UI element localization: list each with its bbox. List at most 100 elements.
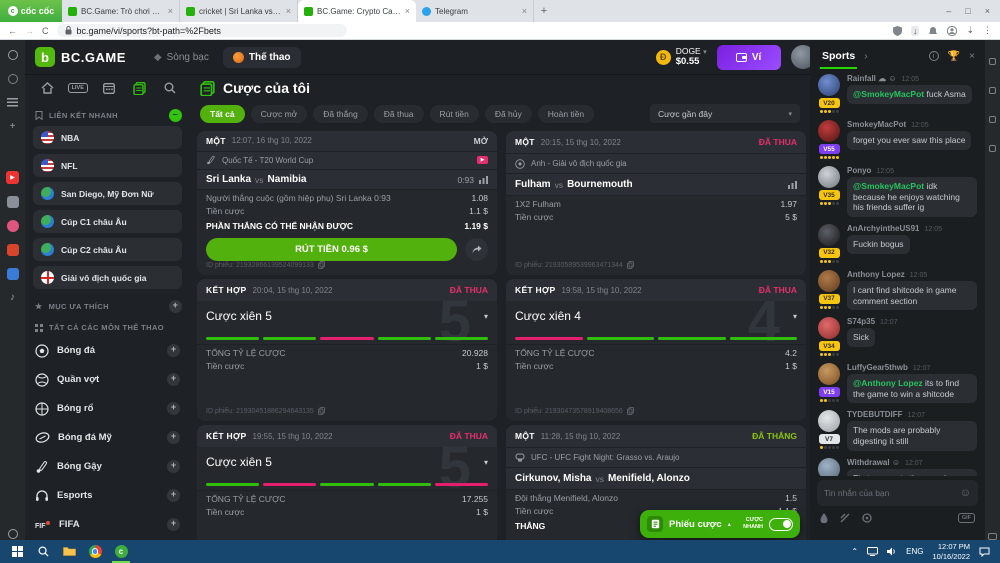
volume-icon[interactable]: [887, 547, 897, 556]
expand-plus-button[interactable]: +: [167, 518, 180, 531]
avatar[interactable]: [818, 363, 840, 385]
trophy-icon[interactable]: 🏆: [948, 51, 960, 62]
mention[interactable]: @Anthony Lopez: [853, 378, 923, 388]
quick-link-national-league[interactable]: Giải vô địch quốc gia: [33, 266, 182, 289]
filter-all[interactable]: Tất cả: [200, 105, 245, 123]
shopping-icon[interactable]: [6, 219, 19, 232]
currency-selector[interactable]: Ð DOGE ▾ $0.55: [656, 47, 707, 67]
home-icon[interactable]: [39, 81, 55, 95]
filter-lost[interactable]: Đã thua: [374, 105, 424, 123]
app-red-icon[interactable]: [6, 243, 19, 256]
browser-brand[interactable]: ccốc cốc: [0, 0, 62, 22]
wallet-button[interactable]: Ví: [717, 45, 781, 70]
expand-plus-button[interactable]: +: [167, 489, 180, 502]
match-row[interactable]: Fulham vs Bournemouth: [506, 173, 806, 196]
betslip-button[interactable]: Phiếu cược ▴ CƯỢCNHANH: [640, 510, 800, 538]
my-bets-icon[interactable]: [131, 81, 147, 95]
close-window-button[interactable]: ×: [985, 6, 990, 16]
chevron-down-icon[interactable]: ▾: [793, 312, 797, 321]
mention[interactable]: @SmokeyMacPot: [853, 181, 924, 191]
extension-bell-icon[interactable]: [928, 26, 938, 36]
chevron-down-icon[interactable]: ▾: [484, 458, 488, 467]
avatar[interactable]: [818, 120, 840, 142]
expand-plus-button[interactable]: +: [167, 402, 180, 415]
panel-icon[interactable]: [989, 145, 996, 152]
browser-tab-3-active[interactable]: BC.Game: Crypto Casino Gam×: [298, 0, 416, 22]
coin-drop-icon[interactable]: [862, 513, 872, 523]
chat-tab-sports[interactable]: Sports: [820, 44, 857, 69]
sidebar-item-esports[interactable]: Esports+: [25, 481, 190, 510]
nav-casino[interactable]: ◆Sòng bạc: [144, 47, 219, 68]
chat-username[interactable]: Withdrawal ☺: [847, 458, 900, 467]
browser-tab-4[interactable]: Telegram×: [416, 0, 534, 22]
youtube-icon[interactable]: ▶: [6, 171, 19, 184]
rain-tip-icon[interactable]: [820, 513, 828, 523]
chevron-right-icon[interactable]: ›: [864, 51, 867, 62]
notification-center-icon[interactable]: [979, 547, 990, 557]
quick-link-cup-c2[interactable]: Cúp C2 châu Âu: [33, 238, 182, 261]
close-tab-icon[interactable]: ×: [405, 6, 410, 16]
sidebar-item-cricket[interactable]: Bóng Gậy+: [25, 452, 190, 481]
forward-button[interactable]: →: [25, 26, 34, 36]
network-icon[interactable]: [867, 547, 878, 556]
cashout-button[interactable]: RÚT TIỀN 0.96 $: [206, 238, 457, 261]
chat-username[interactable]: Anthony Lopez: [847, 270, 905, 279]
quick-link-san-diego[interactable]: San Diego, Mỹ Đơn Nữ: [33, 182, 182, 205]
profile-icon[interactable]: [947, 26, 957, 36]
music-icon[interactable]: ♪: [6, 291, 19, 304]
coccoc-taskbar-icon[interactable]: c: [108, 540, 134, 563]
sidebar-item-basketball[interactable]: Bóng rổ+: [25, 394, 190, 423]
add-shortcut-icon[interactable]: +: [6, 120, 19, 133]
quick-link-cup-c1[interactable]: Cúp C1 châu Âu: [33, 210, 182, 233]
calendar-icon[interactable]: [101, 81, 117, 95]
quick-link-nfl[interactable]: NFL: [33, 154, 182, 177]
bcgame-logo[interactable]: b BC.GAME: [35, 47, 126, 67]
expand-plus-button[interactable]: +: [167, 431, 180, 444]
file-explorer-icon[interactable]: [56, 540, 82, 563]
stats-icon[interactable]: [6, 267, 19, 280]
sidebar-item-american-football[interactable]: Bóng đá Mỹ+: [25, 423, 190, 452]
browser-menu-icon[interactable]: ⋮: [983, 25, 992, 36]
settings-gear-icon[interactable]: [6, 48, 19, 61]
language-indicator[interactable]: ENG: [906, 547, 923, 556]
reload-button[interactable]: C: [42, 26, 49, 36]
reading-list-icon[interactable]: [6, 96, 19, 109]
sort-dropdown[interactable]: Cược gần đây ▾: [650, 104, 800, 123]
copy-icon[interactable]: [318, 261, 325, 269]
sidebar-item-fifa[interactable]: FIF FIFA+: [25, 510, 190, 539]
chrome-icon[interactable]: [82, 540, 108, 563]
chat-input[interactable]: [824, 488, 955, 498]
maximize-button[interactable]: □: [965, 6, 970, 16]
close-tab-icon[interactable]: ×: [522, 6, 527, 16]
filter-cancelled[interactable]: Đã hủy: [485, 105, 532, 123]
search-icon[interactable]: [162, 81, 178, 95]
minimize-button[interactable]: –: [946, 6, 951, 16]
emoji-icon[interactable]: ☺: [960, 487, 971, 499]
tray-expand-icon[interactable]: ⌃: [851, 547, 858, 556]
avatar[interactable]: [818, 74, 840, 96]
mention[interactable]: @SmokeyMacPot: [853, 89, 924, 99]
chat-username[interactable]: TYDEBUTDIFF: [847, 410, 903, 419]
avatar[interactable]: [818, 270, 840, 292]
close-tab-icon[interactable]: ×: [168, 6, 173, 16]
filter-cashout[interactable]: Rút tiền: [430, 105, 479, 123]
start-button[interactable]: [4, 540, 30, 563]
keyboard-icon[interactable]: [988, 533, 997, 540]
share-button[interactable]: [465, 238, 488, 261]
stats-bars-icon[interactable]: [788, 181, 797, 189]
downloads-tray-icon[interactable]: ⇣: [966, 25, 974, 36]
info-icon[interactable]: i: [929, 51, 939, 61]
shield-icon[interactable]: [893, 26, 902, 36]
chat-username[interactable]: S74p35: [847, 317, 875, 326]
close-chat-icon[interactable]: ×: [969, 51, 975, 62]
chat-username[interactable]: Rainfall ☁ ☺: [847, 74, 897, 83]
chat-username[interactable]: AnArchyintheUS91: [847, 224, 919, 233]
filter-open[interactable]: Cược mở: [251, 105, 308, 123]
panel-icon[interactable]: [989, 58, 996, 65]
collapse-quick-links-button[interactable]: –: [169, 109, 182, 122]
history-icon[interactable]: [6, 72, 19, 85]
filter-won[interactable]: Đã thắng: [313, 105, 368, 123]
expand-plus-button[interactable]: +: [167, 373, 180, 386]
copy-icon[interactable]: [627, 407, 634, 415]
expand-plus-button[interactable]: +: [167, 460, 180, 473]
